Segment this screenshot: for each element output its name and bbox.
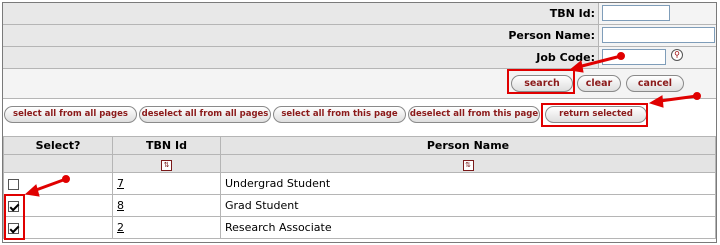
job-code-label: Job Code:	[536, 51, 595, 64]
search-button-row: search clear cancel	[3, 69, 716, 99]
person-name-column-header[interactable]: Person Name	[220, 136, 716, 155]
tbn-id-input[interactable]	[602, 5, 670, 21]
table-row: 8 Grad Student	[3, 194, 716, 217]
tbn-id-label: TBN Id:	[549, 7, 595, 20]
tbn-id-cell: 2	[112, 216, 221, 239]
tbn-id-link[interactable]: 2	[117, 221, 124, 234]
row-checkbox[interactable]	[8, 222, 19, 234]
deselect-all-from-all-pages-button[interactable]: deselect all from all pages	[139, 106, 271, 123]
lookup-magnifier-icon[interactable]: ⚲	[671, 49, 683, 61]
select-all-from-all-pages-button[interactable]: select all from all pages	[4, 106, 137, 123]
cancel-button[interactable]: cancel	[626, 75, 684, 92]
return-selected-button[interactable]: return selected	[545, 106, 647, 123]
tbn-id-column-header[interactable]: TBN Id	[112, 136, 221, 155]
person-name-row: Person Name:	[3, 25, 716, 47]
person-name-cell: Research Associate	[220, 216, 716, 239]
results-table: Select? TBN Id Person Name ⇅ ⇅ 7 Undergr…	[3, 136, 716, 239]
person-name-input[interactable]	[602, 27, 715, 43]
select-column-header: Select?	[3, 136, 113, 155]
person-name-cell	[598, 25, 716, 46]
clear-button[interactable]: clear	[577, 75, 621, 92]
select-cell	[3, 194, 113, 217]
select-cell	[3, 216, 113, 239]
job-code-row: Job Code: ⚲	[3, 47, 716, 69]
search-button[interactable]: search	[511, 75, 573, 92]
table-header-row: Select? TBN Id Person Name	[3, 136, 716, 155]
tbn-id-link[interactable]: 8	[117, 199, 124, 212]
sort-row: ⇅ ⇅	[3, 154, 716, 173]
select-all-from-this-page-button[interactable]: select all from this page	[273, 106, 406, 123]
deselect-all-from-this-page-button[interactable]: deselect all from this page	[408, 106, 540, 123]
sort-icon[interactable]: ⇅	[462, 159, 474, 171]
person-name-label: Person Name:	[508, 29, 595, 42]
person-name-cell: Undergrad Student	[220, 172, 716, 195]
tbn-id-link[interactable]: 7	[117, 177, 124, 190]
tbn-id-cell	[598, 3, 716, 24]
table-row: 7 Undergrad Student	[3, 172, 716, 195]
sort-cell-tbn: ⇅	[112, 154, 221, 173]
tbn-id-row: TBN Id:	[3, 3, 716, 25]
table-row: 2 Research Associate	[3, 216, 716, 239]
sort-icon[interactable]: ⇅	[161, 159, 172, 171]
job-code-input[interactable]	[602, 49, 666, 65]
select-cell	[3, 172, 113, 195]
sort-cell-empty	[3, 154, 113, 173]
row-checkbox[interactable]	[8, 200, 19, 212]
tbn-id-cell: 8	[112, 194, 221, 217]
person-name-cell: Grad Student	[220, 194, 716, 217]
tbn-id-cell: 7	[112, 172, 221, 195]
job-code-cell: ⚲	[598, 47, 716, 68]
sort-cell-name: ⇅	[220, 154, 716, 173]
row-checkbox[interactable]	[8, 178, 19, 190]
lookup-panel: TBN Id: Person Name: Job Code: ⚲ search …	[2, 2, 717, 243]
